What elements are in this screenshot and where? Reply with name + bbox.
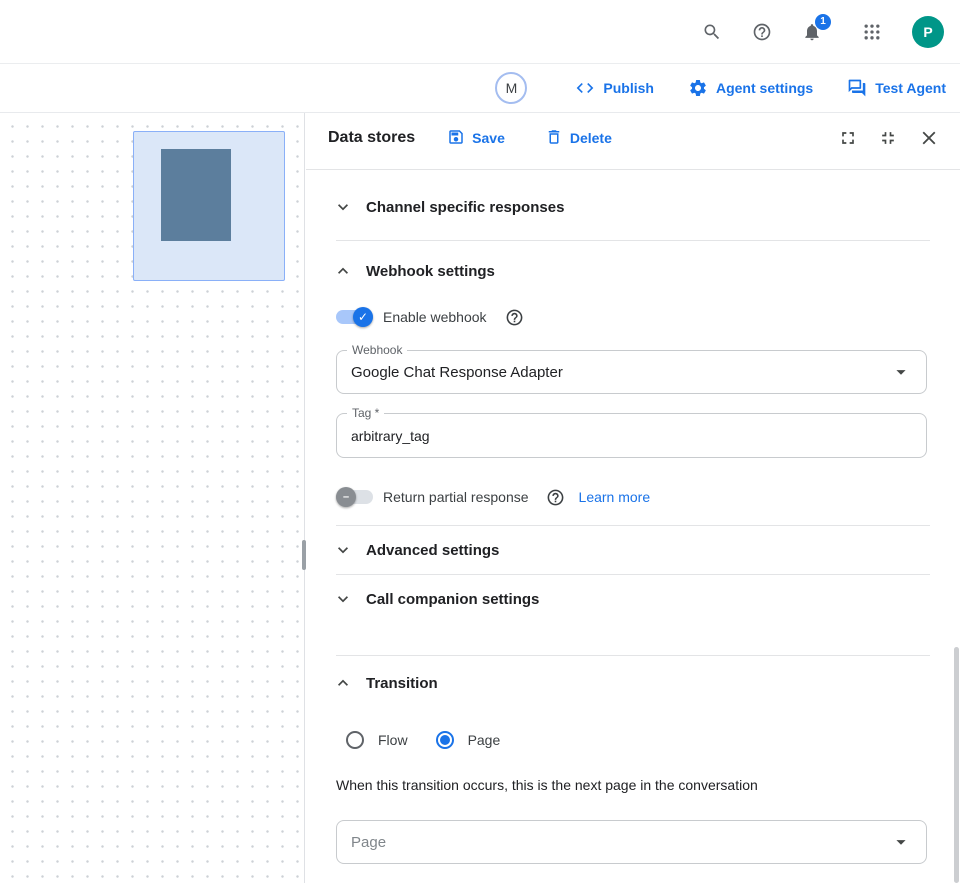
divider: [336, 655, 930, 656]
enable-webhook-row: Enable webhook: [336, 303, 936, 331]
page-select[interactable]: Page: [336, 820, 927, 864]
page-radio-label: Page: [468, 732, 501, 748]
section-title: Advanced settings: [366, 542, 499, 559]
agent-avatar[interactable]: M: [495, 72, 527, 104]
section-title: Call companion settings: [366, 591, 539, 608]
agent-settings-button[interactable]: Agent settings: [688, 78, 813, 98]
transition-description: When this transition occurs, this is the…: [336, 777, 930, 793]
delete-label: Delete: [570, 130, 612, 146]
agent-avatar-letter: M: [506, 80, 518, 96]
webhook-field-label: Webhook: [347, 343, 407, 357]
partial-response-toggle[interactable]: [336, 487, 373, 507]
save-label: Save: [472, 130, 505, 146]
toggle-thumb: [353, 307, 373, 327]
flow-node[interactable]: [133, 131, 285, 281]
test-agent-label: Test Agent: [875, 80, 946, 96]
publish-label: Publish: [603, 80, 654, 96]
partial-response-row: Return partial response Learn more: [336, 483, 936, 511]
dropdown-arrow-icon: [890, 361, 912, 383]
help-circle-icon[interactable]: [546, 488, 565, 507]
user-avatar[interactable]: P: [912, 16, 944, 48]
close-icon[interactable]: [918, 127, 940, 149]
save-icon: [447, 128, 465, 149]
notifications-icon[interactable]: 1: [802, 22, 822, 42]
partial-response-label: Return partial response: [383, 489, 529, 505]
agent-toolbar: M Publish Agent settings Test Agent: [0, 64, 960, 113]
page-select-placeholder: Page: [351, 834, 386, 851]
tag-field-label: Tag *: [347, 406, 384, 420]
enable-webhook-label: Enable webhook: [383, 309, 487, 325]
datastores-panel: Data stores Save Delete: [306, 113, 960, 883]
gear-icon: [688, 78, 708, 98]
transition-target-radio-group: Flow Page: [346, 725, 500, 755]
publish-button[interactable]: Publish: [575, 78, 654, 98]
topbar: 1 P: [0, 0, 960, 64]
flow-node-preview: [161, 149, 231, 241]
delete-button[interactable]: Delete: [545, 128, 612, 149]
webhook-field-value: Google Chat Response Adapter: [351, 364, 563, 381]
app-window: 1 P M Publish Agent settings: [0, 0, 960, 883]
notification-badge: 1: [815, 14, 831, 30]
chevron-down-icon: [333, 197, 353, 217]
panel-header: Data stores Save Delete: [306, 113, 960, 163]
toggle-thumb: [336, 487, 356, 507]
webhook-select[interactable]: Webhook Google Chat Response Adapter: [336, 350, 927, 394]
section-transition[interactable]: Transition: [333, 659, 936, 707]
save-button[interactable]: Save: [447, 128, 505, 149]
search-icon[interactable]: [702, 22, 722, 42]
section-webhook-settings[interactable]: Webhook settings: [333, 247, 936, 295]
dropdown-arrow-icon: [890, 831, 912, 853]
section-title: Channel specific responses: [366, 199, 564, 216]
fullscreen-exit-icon[interactable]: [878, 128, 898, 148]
chevron-down-icon: [333, 540, 353, 560]
tag-field: Tag *: [336, 413, 927, 458]
section-title: Transition: [366, 675, 438, 692]
apps-grid-icon[interactable]: [862, 22, 882, 42]
help-circle-icon[interactable]: [505, 308, 524, 327]
chevron-down-icon: [333, 589, 353, 609]
section-title: Webhook settings: [366, 263, 495, 280]
learn-more-link[interactable]: Learn more: [579, 489, 651, 505]
page-radio[interactable]: [436, 731, 454, 749]
section-call-companion-settings[interactable]: Call companion settings: [333, 575, 936, 623]
section-channel-specific-responses[interactable]: Channel specific responses: [333, 183, 936, 231]
delete-icon: [545, 128, 563, 149]
code-icon: [575, 78, 595, 98]
chat-icon: [847, 78, 867, 98]
flow-radio[interactable]: [346, 731, 364, 749]
help-icon[interactable]: [752, 22, 772, 42]
tag-input[interactable]: [351, 428, 912, 444]
flow-radio-label: Flow: [378, 732, 408, 748]
agent-settings-label: Agent settings: [716, 80, 813, 96]
section-advanced-settings[interactable]: Advanced settings: [333, 526, 936, 574]
panel-scrollbar[interactable]: [954, 647, 959, 883]
fullscreen-icon[interactable]: [838, 128, 858, 148]
divider: [306, 169, 960, 170]
user-avatar-letter: P: [923, 24, 932, 40]
enable-webhook-toggle[interactable]: [336, 307, 373, 327]
test-agent-button[interactable]: Test Agent: [847, 78, 946, 98]
flow-canvas[interactable]: [0, 113, 305, 883]
panel-title: Data stores: [328, 129, 415, 147]
chevron-up-icon: [333, 673, 353, 693]
divider: [336, 240, 930, 241]
chevron-up-icon: [333, 261, 353, 281]
